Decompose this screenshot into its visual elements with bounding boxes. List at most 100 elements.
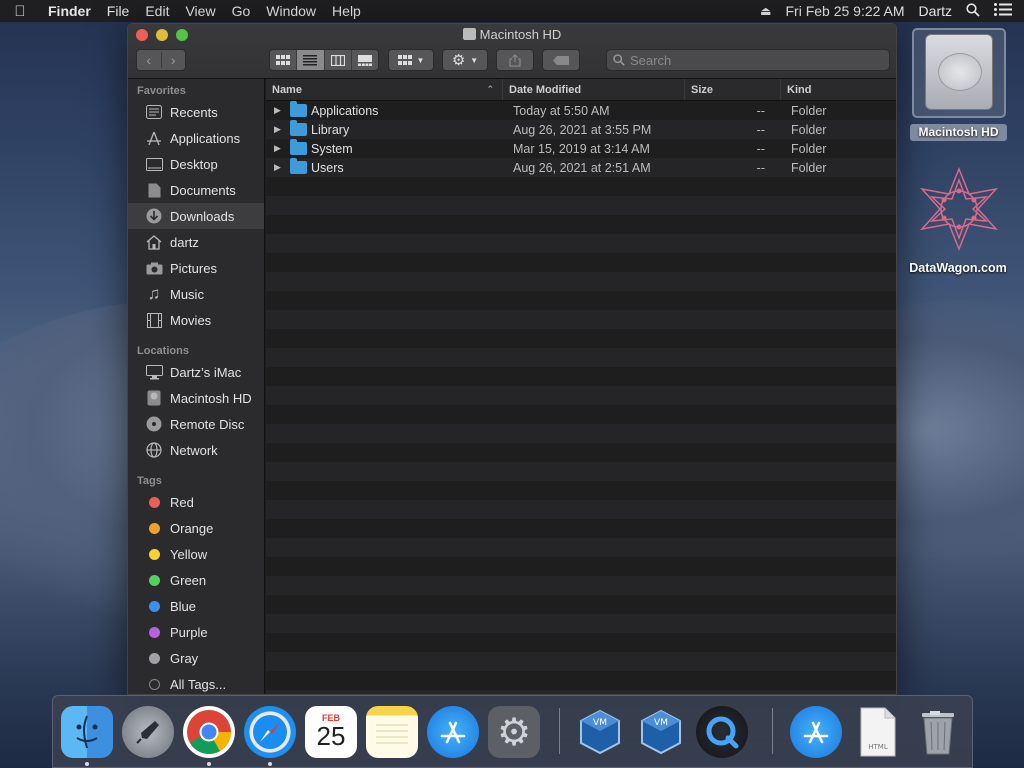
menu-view[interactable]: View — [177, 3, 223, 19]
folder-icon — [290, 101, 307, 117]
view-mode-buttons — [269, 49, 379, 71]
sidebar-item-imac[interactable]: Dartz’s iMac — [128, 359, 264, 385]
dock-quicktime-icon[interactable] — [696, 706, 748, 758]
window-title: Macintosh HD — [128, 27, 896, 42]
sidebar-item-applications[interactable]: Applications — [128, 125, 264, 151]
macintosh-hd-drive-icon[interactable] — [925, 34, 993, 110]
table-row[interactable]: ▶ Applications Today at 5:50 AM -- Folder — [266, 101, 896, 120]
column-kind[interactable]: Kind — [781, 79, 896, 100]
sidebar-heading-tags: Tags — [137, 475, 162, 487]
dock-trash-icon[interactable] — [912, 706, 964, 758]
gallery-view-button[interactable] — [352, 50, 378, 70]
dock-html-document-icon[interactable]: HTML — [851, 706, 903, 758]
search-input[interactable] — [630, 52, 870, 68]
sidebar-tag-yellow[interactable]: Yellow — [128, 541, 264, 567]
datawagon-logo-icon[interactable] — [916, 166, 1002, 252]
download-icon — [145, 208, 163, 224]
dock-system-preferences-icon[interactable]: ⚙ — [488, 706, 540, 758]
finder-window: Macintosh HD ‹ › ▼ ⚙ ▼ Search Favorites … — [127, 23, 897, 695]
icon-view-button[interactable] — [270, 50, 298, 70]
disclosure-triangle-icon[interactable]: ▶ — [274, 124, 290, 135]
action-gear-button[interactable]: ⚙ ▼ — [442, 49, 488, 71]
file-rows: ▶ Applications Today at 5:50 AM -- Folder… — [266, 101, 896, 694]
desktop-icon — [145, 156, 163, 172]
sidebar-item-macintosh-hd[interactable]: Macintosh HD — [128, 385, 264, 411]
disclosure-triangle-icon[interactable]: ▶ — [274, 162, 290, 173]
desktop-label-datawagon[interactable]: DataWagon.com — [898, 261, 1018, 275]
imac-icon — [145, 364, 163, 380]
camera-icon — [145, 260, 163, 276]
dock-separator — [559, 708, 560, 754]
folder-icon — [290, 120, 307, 136]
sidebar-all-tags[interactable]: All Tags... — [128, 671, 264, 694]
notification-center-icon[interactable] — [994, 3, 1012, 19]
search-icon — [613, 54, 625, 66]
dock-safari-icon[interactable] — [244, 706, 296, 758]
menu-help[interactable]: Help — [324, 3, 369, 19]
sidebar-item-music[interactable]: ♫ Music — [128, 281, 264, 307]
sidebar-heading-favorites: Favorites — [137, 85, 186, 97]
table-row[interactable]: ▶ Library Aug 26, 2021 at 3:55 PM -- Fold… — [266, 120, 896, 139]
menu-file[interactable]: File — [99, 3, 138, 19]
search-field[interactable] — [606, 49, 890, 71]
dock-virtualbox-icon[interactable]: VM — [574, 706, 626, 758]
dock-app-store-download-icon[interactable] — [790, 706, 842, 758]
menu-window[interactable]: Window — [258, 3, 324, 19]
sidebar-item-remote-disc[interactable]: Remote Disc — [128, 411, 264, 437]
group-by-button[interactable]: ▼ — [388, 49, 434, 71]
column-name[interactable]: Name ⌃ — [266, 79, 503, 100]
sidebar-tag-green[interactable]: Green — [128, 567, 264, 593]
dock-launchpad-icon[interactable] — [122, 706, 174, 758]
table-row[interactable]: ▶ Users Aug 26, 2021 at 2:51 AM -- Folder — [266, 158, 896, 177]
window-toolbar: Macintosh HD ‹ › ▼ ⚙ ▼ — [128, 24, 896, 79]
sidebar-tag-orange[interactable]: Orange — [128, 515, 264, 541]
table-row[interactable]: ▶ System Mar 15, 2019 at 3:14 AM -- Folde… — [266, 139, 896, 158]
sidebar-item-home[interactable]: dartz — [128, 229, 264, 255]
dock-notes-icon[interactable] — [366, 706, 418, 758]
gear-icon: ⚙ — [496, 711, 532, 754]
list-view-button[interactable] — [297, 50, 325, 70]
disc-icon — [145, 416, 163, 432]
share-button[interactable] — [496, 49, 534, 71]
menu-go[interactable]: Go — [224, 3, 259, 19]
film-icon — [145, 312, 163, 328]
svg-text:VM: VM — [593, 718, 607, 728]
menu-clock[interactable]: Fri Feb 25 9:22 AM — [785, 3, 904, 19]
tag-color-dot — [149, 574, 160, 586]
applications-icon — [145, 130, 163, 146]
column-date-modified[interactable]: Date Modified — [503, 79, 685, 100]
back-button[interactable]: ‹ — [137, 52, 161, 68]
column-size[interactable]: Size — [685, 79, 781, 100]
desktop-label-macintosh-hd[interactable]: Macintosh HD — [910, 124, 1007, 141]
dock-app-store-icon[interactable] — [427, 706, 479, 758]
sidebar-tag-purple[interactable]: Purple — [128, 619, 264, 645]
home-icon — [145, 234, 163, 250]
menu-finder[interactable]: Finder — [40, 3, 99, 19]
sidebar-item-documents[interactable]: Documents — [128, 177, 264, 203]
dock-finder-icon[interactable] — [61, 706, 113, 758]
menu-edit[interactable]: Edit — [137, 3, 177, 19]
globe-icon — [145, 442, 163, 458]
dock-calendar-icon[interactable]: FEB 25 — [305, 706, 357, 758]
sidebar-item-recents[interactable]: Recents — [128, 99, 264, 125]
sidebar-item-downloads[interactable]: Downloads — [128, 203, 264, 229]
disclosure-triangle-icon[interactable]: ▶ — [274, 105, 290, 116]
sidebar-item-movies[interactable]: Movies — [128, 307, 264, 333]
dock-virtualbox-vm-icon[interactable]: VM — [635, 706, 687, 758]
sidebar-tag-red[interactable]: Red — [128, 489, 264, 515]
sidebar-tag-gray[interactable]: Gray — [128, 645, 264, 671]
dock-chrome-icon[interactable] — [183, 706, 235, 758]
edit-tags-button[interactable] — [542, 49, 580, 71]
sidebar-item-network[interactable]: Network — [128, 437, 264, 463]
apple-menu-icon[interactable]:  — [0, 3, 40, 20]
spotlight-search-icon[interactable] — [966, 2, 980, 20]
document-icon — [145, 182, 163, 198]
disclosure-triangle-icon[interactable]: ▶ — [274, 143, 290, 154]
eject-icon[interactable]: ⏏ — [760, 4, 771, 18]
sidebar-item-desktop[interactable]: Desktop — [128, 151, 264, 177]
sidebar-item-pictures[interactable]: Pictures — [128, 255, 264, 281]
menu-user[interactable]: Dartz — [919, 3, 952, 19]
column-view-button[interactable] — [325, 50, 352, 70]
forward-button[interactable]: › — [160, 52, 186, 68]
sidebar-tag-blue[interactable]: Blue — [128, 593, 264, 619]
